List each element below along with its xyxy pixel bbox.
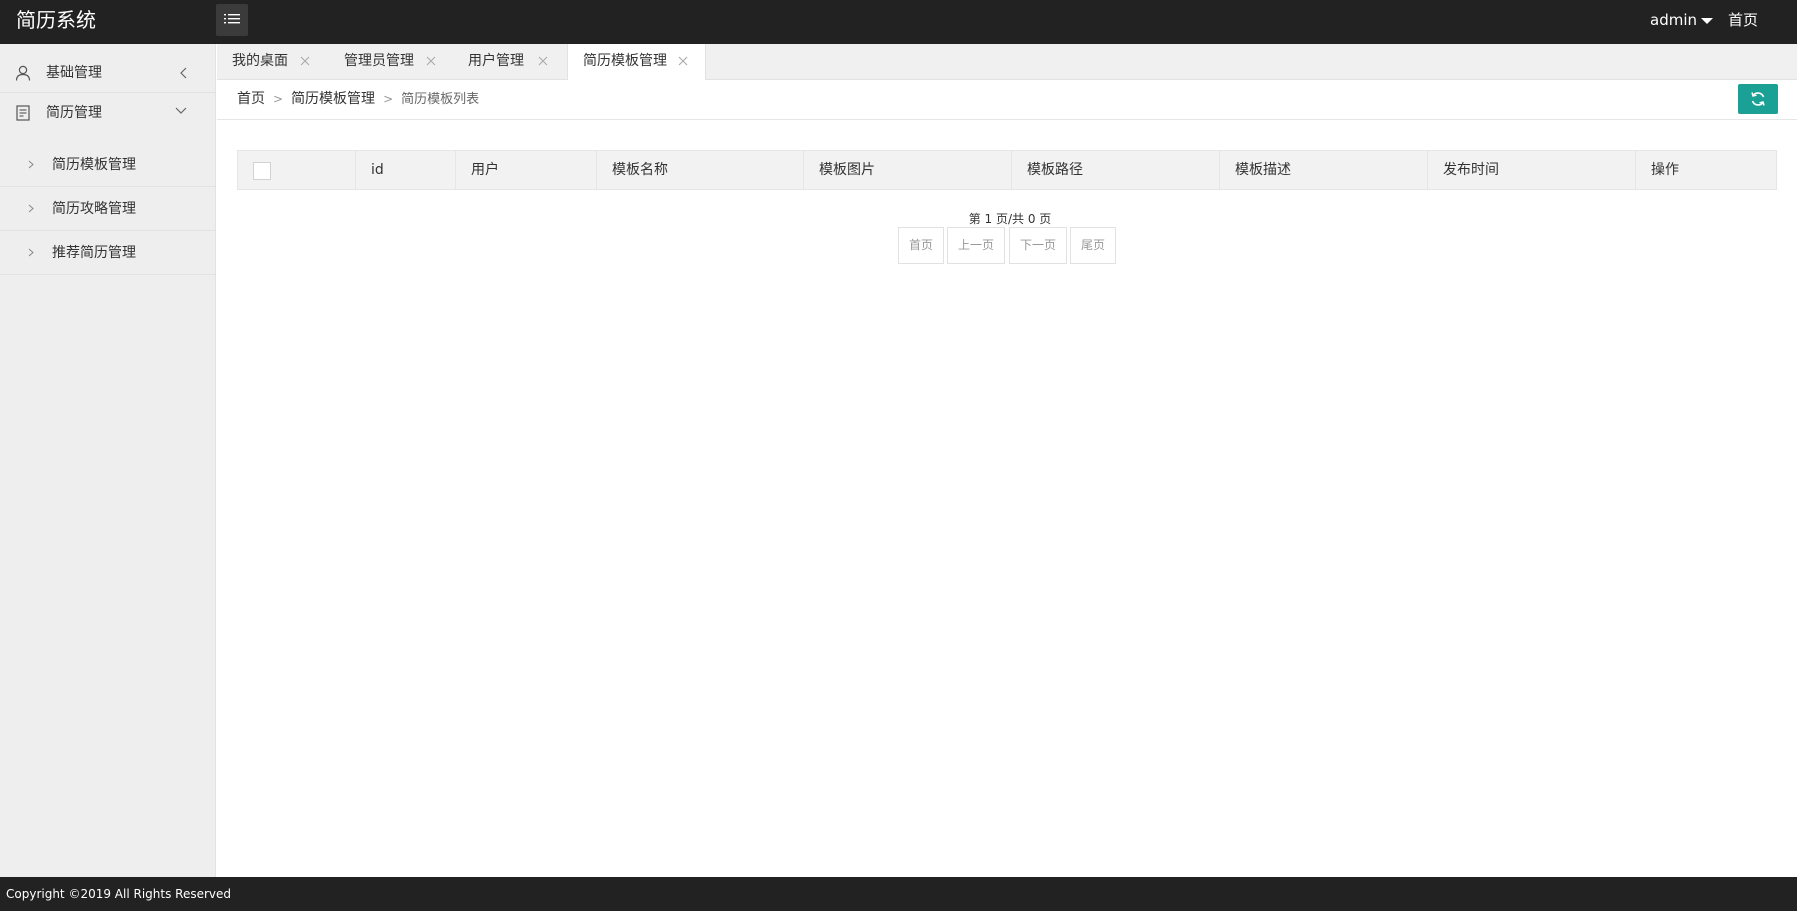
sidebar-group-label: 基础管理 [46, 65, 102, 81]
table-header-user: 用户 [456, 151, 597, 189]
chevron-down-icon [175, 107, 187, 114]
table-header-publish-time: 发布时间 [1428, 151, 1636, 189]
close-icon[interactable] [300, 56, 310, 66]
table-header-select [238, 151, 356, 189]
next-page-button[interactable]: 下一页 [1009, 227, 1067, 264]
breadcrumb-home[interactable]: 首页 [237, 91, 265, 107]
tab-label: 管理员管理 [344, 53, 414, 69]
table-header-template-name: 模板名称 [597, 151, 804, 189]
footer: Copyright ©2019 All Rights Reserved [0, 877, 1797, 911]
close-icon[interactable] [678, 56, 688, 66]
table-header-actions: 操作 [1651, 162, 1679, 178]
sidebar-group-label: 简历管理 [46, 105, 102, 121]
menu-list-icon [224, 14, 240, 24]
refresh-icon [1751, 92, 1765, 106]
tab-bar: 我的桌面 管理员管理 用户管理 简历模板管理 [217, 44, 1797, 81]
tab-admin[interactable]: 管理员管理 [329, 44, 453, 80]
sidebar-item-template[interactable]: 简历模板管理 [0, 143, 215, 187]
first-page-button[interactable]: 首页 [898, 227, 944, 264]
tab-users[interactable]: 用户管理 [453, 44, 565, 80]
chevron-right-icon [28, 204, 34, 213]
menu-toggle-button[interactable] [216, 4, 248, 36]
breadcrumb-current: 简历模板列表 [401, 92, 480, 107]
copyright-text: Copyright ©2019 All Rights Reserved [6, 887, 232, 901]
breadcrumb: 首页 > 简历模板管理 > 简历模板列表 [237, 80, 479, 120]
caret-down-icon [1701, 17, 1713, 24]
close-icon[interactable] [426, 56, 436, 66]
document-icon [16, 105, 30, 121]
sidebar-group-resume[interactable]: 简历管理 [0, 93, 215, 133]
user-icon [15, 65, 31, 81]
last-page-button[interactable]: 尾页 [1070, 227, 1116, 264]
user-menu[interactable]: admin [1650, 0, 1713, 40]
refresh-button[interactable] [1738, 84, 1778, 114]
select-all-checkbox[interactable] [253, 162, 271, 180]
sidebar-item-label: 简历模板管理 [52, 157, 136, 173]
sidebar-item-label: 推荐简历管理 [52, 245, 136, 261]
prev-page-button[interactable]: 上一页 [947, 227, 1005, 264]
breadcrumb-separator: > [273, 92, 284, 106]
tab-label: 简历模板管理 [583, 53, 667, 69]
breadcrumb-section[interactable]: 简历模板管理 [291, 91, 375, 107]
sidebar-item-guide[interactable]: 简历攻略管理 [0, 187, 215, 231]
chevron-left-icon [180, 67, 187, 79]
sidebar-group-basic[interactable]: 基础管理 [0, 53, 215, 93]
top-header: 简历系统 admin 首页 [0, 0, 1797, 44]
table-header-template-desc: 模板描述 [1220, 151, 1428, 189]
sidebar-submenu: 简历模板管理 简历攻略管理 推荐简历管理 [0, 143, 215, 275]
breadcrumb-separator: > [383, 92, 394, 106]
tab-label: 用户管理 [468, 53, 524, 69]
sidebar-item-recommend[interactable]: 推荐简历管理 [0, 231, 215, 275]
chevron-right-icon [28, 248, 34, 257]
table-header-template-path: 模板路径 [1012, 151, 1220, 189]
table-header-template-image: 模板图片 [804, 151, 1012, 189]
chevron-right-icon [28, 160, 34, 169]
table-header-id: id [356, 151, 456, 189]
tab-label: 我的桌面 [232, 53, 288, 69]
page-info: 第 1 页/共 0 页 [968, 212, 1052, 226]
app-title: 简历系统 [16, 8, 96, 32]
home-link[interactable]: 首页 [1728, 0, 1758, 40]
sidebar-item-label: 简历攻略管理 [52, 201, 136, 217]
tab-desktop[interactable]: 我的桌面 [217, 44, 327, 80]
data-table: id 用户 模板名称 模板图片 模板路径 模板描述 发布时间 操作 [237, 150, 1777, 190]
breadcrumb-bar: 首页 > 简历模板管理 > 简历模板列表 [217, 80, 1797, 120]
user-name: admin [1650, 11, 1697, 29]
tab-template[interactable]: 简历模板管理 [567, 44, 706, 81]
close-icon[interactable] [538, 56, 548, 66]
sidebar: 基础管理 简历管理 简历模板管理 简历攻略管理 推荐简历管理 [0, 44, 216, 877]
